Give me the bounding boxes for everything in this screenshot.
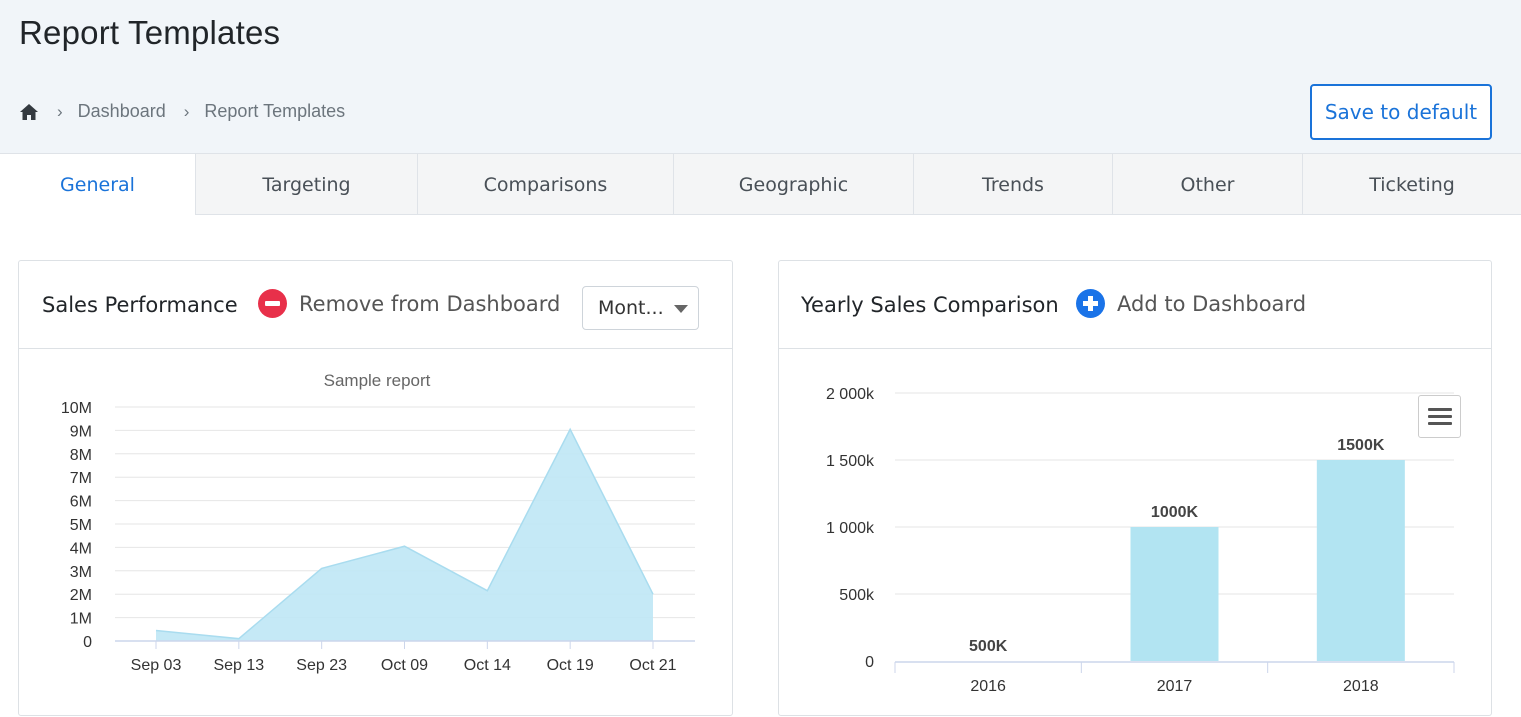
bar (1316, 460, 1405, 661)
y-tick-label: 7M (70, 470, 92, 487)
x-tick-label: Oct 09 (381, 657, 428, 674)
breadcrumb-item-current: Report Templates (204, 101, 346, 121)
card-header: Sales Performance Remove from Dashboard … (19, 261, 732, 349)
tab-other[interactable]: Other (1112, 154, 1302, 215)
x-tick-label: Sep 13 (213, 657, 264, 674)
y-tick-label: 0 (865, 654, 874, 671)
hamburger-menu-icon (1428, 408, 1452, 411)
home-icon[interactable] (19, 102, 39, 122)
area-series (156, 429, 653, 641)
bar (1130, 527, 1219, 661)
y-tick-label: 1 000k (826, 520, 875, 537)
page-title: Report Templates (19, 14, 281, 51)
period-select-value: Mont... (598, 297, 664, 319)
chart-menu-button[interactable] (1418, 395, 1461, 438)
yearly-sales-card: Yearly Sales Comparison Add to Dashboard… (778, 260, 1492, 716)
add-to-dashboard-label: Add to Dashboard (1117, 291, 1307, 316)
x-tick-label: 2016 (970, 678, 1006, 695)
y-tick-label: 2M (70, 587, 92, 604)
y-tick-label: 8M (70, 447, 92, 464)
tab-ticketing[interactable]: Ticketing (1302, 154, 1521, 215)
chevron-right-icon: › (57, 101, 63, 121)
tab-comparisons[interactable]: Comparisons (417, 154, 673, 215)
tab-bar: General Targeting Comparisons Geographic… (0, 154, 1521, 216)
data-label: 500K (969, 638, 1008, 655)
hamburger-line (1428, 422, 1452, 425)
remove-from-dashboard-label: Remove from Dashboard (299, 291, 561, 316)
sales-area-chart: Sample report 0 1M 2M 3M 4M 5M 6M 7M 8M 9M 10M Sep 0… (61, 371, 695, 674)
tab-targeting[interactable]: Targeting (195, 154, 417, 215)
y-tick-label: 3M (70, 564, 92, 581)
x-tick-label: Sep 23 (296, 657, 347, 674)
sales-performance-card: Sales Performance Remove from Dashboard … (18, 260, 733, 716)
add-to-dashboard-button[interactable]: Add to Dashboard (1076, 289, 1306, 318)
y-tick-label: 1 500k (826, 453, 875, 470)
tab-geographic[interactable]: Geographic (673, 154, 913, 215)
chart-title: Sample report (324, 371, 431, 390)
y-tick-label: 4M (70, 540, 92, 557)
y-tick-label: 9M (70, 423, 92, 440)
y-tick-label: 5M (70, 517, 92, 534)
x-tick-label: 2018 (1343, 678, 1379, 695)
y-tick-label: 0 (83, 634, 92, 651)
hamburger-line (1428, 415, 1452, 418)
x-tick-label: Oct 21 (629, 657, 676, 674)
y-tick-label: 10M (61, 400, 92, 417)
x-tick-label: Sep 03 (131, 657, 182, 674)
y-tick-label: 6M (70, 494, 92, 511)
save-to-default-button[interactable]: Save to default (1310, 84, 1492, 140)
card-header: Yearly Sales Comparison Add to Dashboard (779, 261, 1491, 349)
data-label: 1500K (1337, 437, 1385, 454)
plus-circle-icon (1076, 289, 1105, 318)
y-tick-label: 2 000k (826, 386, 875, 403)
card-title: Yearly Sales Comparison (801, 293, 1059, 317)
breadcrumb: › Dashboard › Report Templates (19, 101, 345, 122)
breadcrumb-item-dashboard[interactable]: Dashboard (78, 101, 166, 122)
x-tick-label: Oct 19 (547, 657, 594, 674)
card-title: Sales Performance (42, 293, 238, 317)
y-tick-label: 500k (839, 587, 875, 604)
chevron-down-icon (674, 305, 688, 313)
page-header: Report Templates › Dashboard › Report Te… (0, 0, 1521, 154)
chevron-right-icon: › (183, 101, 190, 121)
y-tick-label: 1M (70, 611, 92, 628)
data-label: 1000K (1151, 504, 1199, 521)
yearly-bar-chart: 0 500k 1 000k 1 500k 2 000k 500K 2016 1000K 2017… (826, 386, 1455, 695)
x-tick-label: Oct 14 (464, 657, 511, 674)
remove-from-dashboard-button[interactable]: Remove from Dashboard (258, 289, 560, 318)
x-tick-label: 2017 (1157, 678, 1193, 695)
period-select[interactable]: Mont... (582, 286, 699, 330)
tab-trends[interactable]: Trends (913, 154, 1112, 215)
minus-circle-icon (258, 289, 287, 318)
tab-general[interactable]: General (0, 154, 195, 216)
